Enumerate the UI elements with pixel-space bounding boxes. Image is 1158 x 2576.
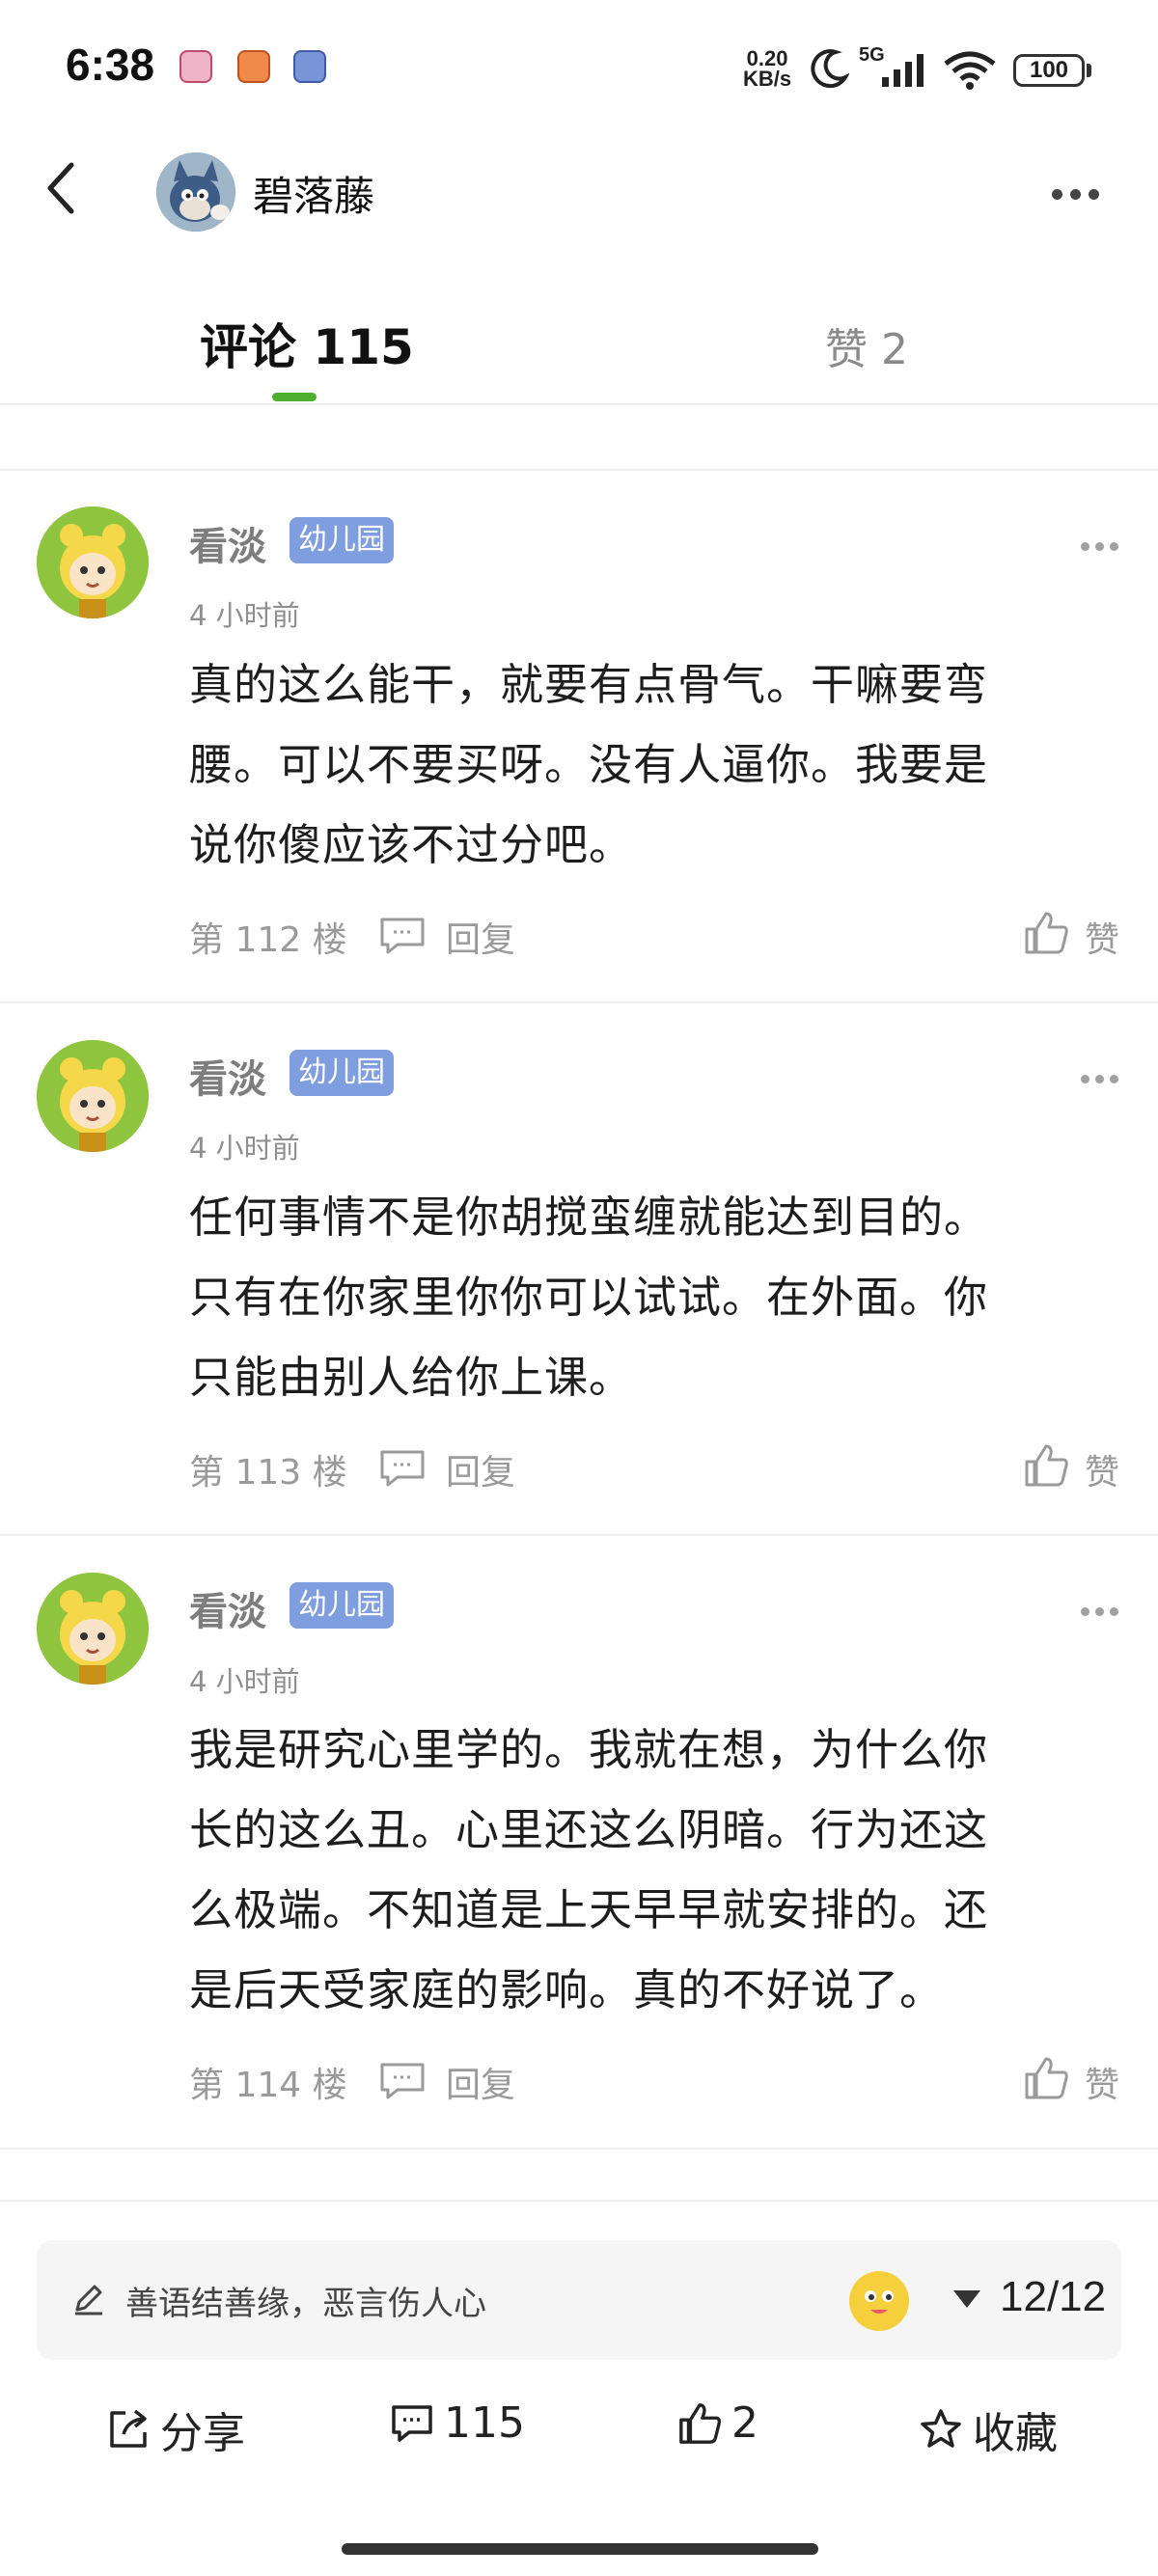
comment-text-line: 任何事情不是你胡搅蛮缠就能达到目的。 (189, 1192, 989, 1243)
comment-divider (0, 1001, 1158, 1003)
cartoon-face-avatar-icon (37, 507, 149, 618)
comment-time: 4 小时前 (189, 1665, 300, 1698)
share-icon (110, 2409, 147, 2448)
comment-more-icon[interactable] (1081, 536, 1124, 555)
commenter-avatar[interactable] (37, 1040, 149, 1152)
tab-likes[interactable]: 赞 2 (825, 315, 908, 376)
commenter-avatar[interactable] (37, 1573, 149, 1685)
pencil-icon (75, 2285, 102, 2316)
commenter-name[interactable]: 看淡 (189, 1048, 266, 1104)
cartoon-face-avatar-icon (37, 1040, 149, 1152)
floor-number: 第 114 楼 (189, 2066, 347, 2105)
commenter-name[interactable]: 看淡 (189, 1580, 266, 1636)
cartoon-face-avatar-icon (37, 1573, 149, 1685)
comment-time: 4 小时前 (189, 599, 300, 632)
like-button[interactable]: 赞 (1085, 2057, 1119, 2107)
back-icon[interactable] (39, 159, 87, 217)
thumbs-up-icon[interactable] (1023, 2055, 1069, 2101)
battery-tip (1087, 64, 1091, 77)
comment-text-line: 真的这么能干，就要有点骨气。干嘛要弯 (189, 659, 989, 710)
like-button[interactable]: 赞 (1085, 912, 1119, 962)
comment-count-button[interactable]: 115 (390, 2398, 525, 2448)
comment-text-line: 我是研究心里学的。我就在想，为什么你 (189, 1724, 989, 1775)
comment-count: 115 (444, 2398, 525, 2448)
share-button[interactable]: 分享 (106, 2398, 245, 2460)
floor-number: 第 112 楼 (189, 920, 347, 960)
comment-text: 我是研究心里学的。我就在想，为什么你 长的这么丑。心里还这么阴暗。行为还这 么极… (189, 1710, 1116, 2030)
user-avatar[interactable] (156, 152, 235, 232)
favorite-label: 收藏 (973, 2409, 1058, 2458)
footer-divider (0, 2200, 1158, 2202)
comment-time: 4 小时前 (189, 1132, 300, 1165)
notification-app-icon-2 (237, 50, 270, 83)
comment-text-line: 腰。可以不要买呀。没有人逼你。我要是 (189, 739, 989, 790)
comment-text: 任何事情不是你胡搅蛮缠就能达到目的。 只有在你家里你你可以试试。在外面。你 只能… (189, 1177, 1116, 1417)
network-speed-unit: KB/s (743, 67, 792, 91)
previous-comment-clipped (0, 405, 1158, 426)
comment-divider (0, 1534, 1158, 1536)
comment-text-line: 长的这么丑。心里还这么阴暗。行为还这 (189, 1804, 989, 1855)
thumbs-up-icon[interactable] (1023, 910, 1069, 956)
favorite-button[interactable]: 收藏 (919, 2398, 1058, 2460)
more-options-icon[interactable] (1052, 185, 1107, 204)
comment-text: 真的这么能干，就要有点骨气。干嘛要弯 腰。可以不要买呀。没有人逼你。我要是 说你… (189, 644, 1116, 885)
comment-input-placeholder[interactable]: 善语结善缘，恶言伤人心 (125, 2277, 486, 2324)
status-time: 6:38 (66, 40, 155, 90)
comment-text-line: 只能由别人给你上课。 (189, 1352, 634, 1403)
commenter-name[interactable]: 看淡 (189, 515, 266, 571)
notification-app-icon-1 (179, 50, 212, 83)
page-jump-dropdown-icon[interactable] (953, 2290, 980, 2308)
reply-button[interactable]: 回复 (446, 2057, 515, 2107)
tab-active-indicator (272, 393, 317, 401)
like-button[interactable]: 赞 (1085, 1444, 1119, 1494)
star-icon (921, 2409, 961, 2448)
share-label: 分享 (160, 2409, 245, 2458)
emoji-icon[interactable] (849, 2271, 909, 2331)
comment-icon (392, 2404, 432, 2442)
comment-text-line: 么极端。不知道是上天早早就安排的。还 (189, 1884, 989, 1935)
reply-icon[interactable] (378, 1448, 427, 1487)
network-speed-value: 0.20 (746, 46, 788, 70)
reply-icon[interactable] (378, 916, 427, 954)
notification-app-icon-3 (293, 50, 326, 83)
thumbs-up-icon[interactable] (1023, 1442, 1069, 1489)
commenter-avatar[interactable] (37, 507, 149, 618)
comment-text-line: 只有在你家里你你可以试试。在外面。你 (189, 1272, 989, 1323)
comment-text-line: 说你傻应该不过分吧。 (189, 819, 634, 870)
comment-text-line: 是后天受家庭的影响。真的不好说了。 (189, 1964, 945, 2015)
reply-button[interactable]: 回复 (446, 1444, 515, 1494)
like-count-button[interactable]: 2 (677, 2398, 758, 2448)
comment-divider (0, 2148, 1158, 2150)
comment-divider (0, 469, 1158, 471)
emoji-face-icon (851, 2273, 907, 2329)
network-speed: 0.20 KB/s (743, 46, 792, 91)
moon-icon (811, 49, 849, 89)
comment-more-icon[interactable] (1081, 1069, 1124, 1087)
level-badge: 幼儿园 (290, 1582, 394, 1629)
battery-indicator: 100 (1013, 54, 1085, 87)
tab-comments[interactable]: 评论 115 (200, 309, 414, 378)
comment-more-icon[interactable] (1081, 1602, 1124, 1620)
wifi-icon (944, 51, 996, 90)
like-count: 2 (731, 2398, 758, 2448)
cartoon-cat-avatar-icon (156, 152, 235, 232)
floor-number: 第 113 楼 (189, 1453, 347, 1493)
signal-icon (882, 54, 924, 87)
home-indicator[interactable] (342, 2543, 818, 2555)
reply-icon[interactable] (378, 2061, 427, 2099)
level-badge: 幼儿园 (290, 517, 394, 563)
username[interactable]: 碧落藤 (253, 164, 374, 223)
level-badge: 幼儿园 (290, 1050, 394, 1096)
reply-button[interactable]: 回复 (446, 912, 515, 962)
page-indicator[interactable]: 12/12 (1000, 2273, 1106, 2321)
thumbs-up-icon (679, 2402, 721, 2444)
